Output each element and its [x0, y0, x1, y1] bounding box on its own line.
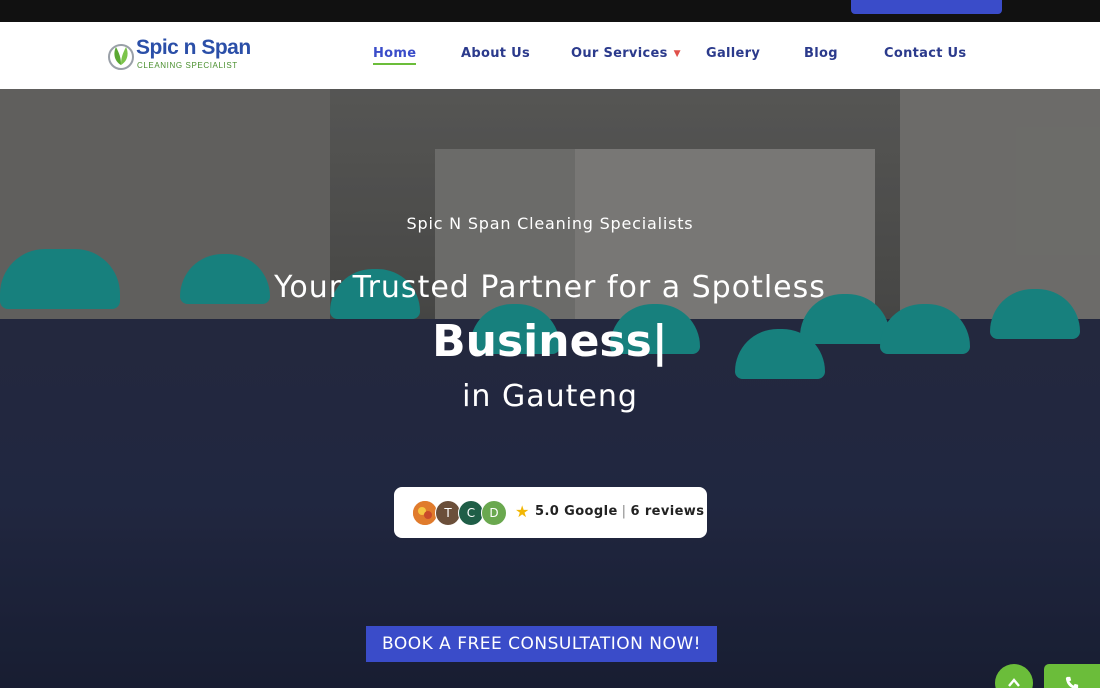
- nav-item-about-us[interactable]: About Us: [461, 46, 530, 61]
- main-navigation: Spic n Span CLEANING SPECIALIST Home Abo…: [0, 22, 1100, 89]
- nav-item-contact-us[interactable]: Contact Us: [884, 46, 966, 61]
- chevron-up-icon: [1008, 678, 1020, 687]
- star-icon: ★: [515, 502, 530, 521]
- nav-item-blog[interactable]: Blog: [804, 46, 838, 61]
- typing-cursor: |: [651, 316, 668, 367]
- review-separator: |: [621, 504, 627, 519]
- top-bar: [0, 0, 1100, 22]
- hero-section: Spic N Span Cleaning Specialists Your Tr…: [0, 89, 1100, 688]
- hero-heading-line3: in Gauteng: [462, 379, 638, 414]
- reviewer-photo-icon: [413, 501, 437, 525]
- top-bar-button[interactable]: [851, 0, 1002, 14]
- reviewer-avatar: D: [481, 500, 507, 526]
- hero-rotating-word-text: Business: [432, 316, 652, 367]
- book-consultation-button[interactable]: BOOK A FREE CONSULTATION NOW!: [366, 626, 717, 662]
- hero-subtitle: Spic N Span Cleaning Specialists: [406, 214, 694, 233]
- google-reviews-badge[interactable]: T C D ★ 5.0 Google | 6 reviews: [394, 487, 707, 538]
- review-count: 6 reviews: [630, 504, 705, 519]
- hero-rotating-word: Business|: [0, 316, 1100, 367]
- nav-item-home[interactable]: Home: [373, 46, 417, 65]
- nav-item-gallery[interactable]: Gallery: [706, 46, 760, 61]
- nav-item-our-services-label: Our Services: [571, 46, 668, 61]
- review-summary: 5.0 Google | 6 reviews: [535, 504, 704, 519]
- review-rating: 5.0 Google: [535, 504, 618, 519]
- hero-heading-line1: Your Trusted Partner for a Spotless: [274, 270, 826, 305]
- phone-icon: [1065, 676, 1079, 688]
- nav-menu: Home About Us Our Services ▼ Gallery Blog…: [0, 46, 1100, 66]
- caret-down-icon: ▼: [673, 49, 681, 59]
- call-button[interactable]: [1044, 664, 1100, 688]
- nav-item-our-services[interactable]: Our Services ▼: [571, 46, 681, 61]
